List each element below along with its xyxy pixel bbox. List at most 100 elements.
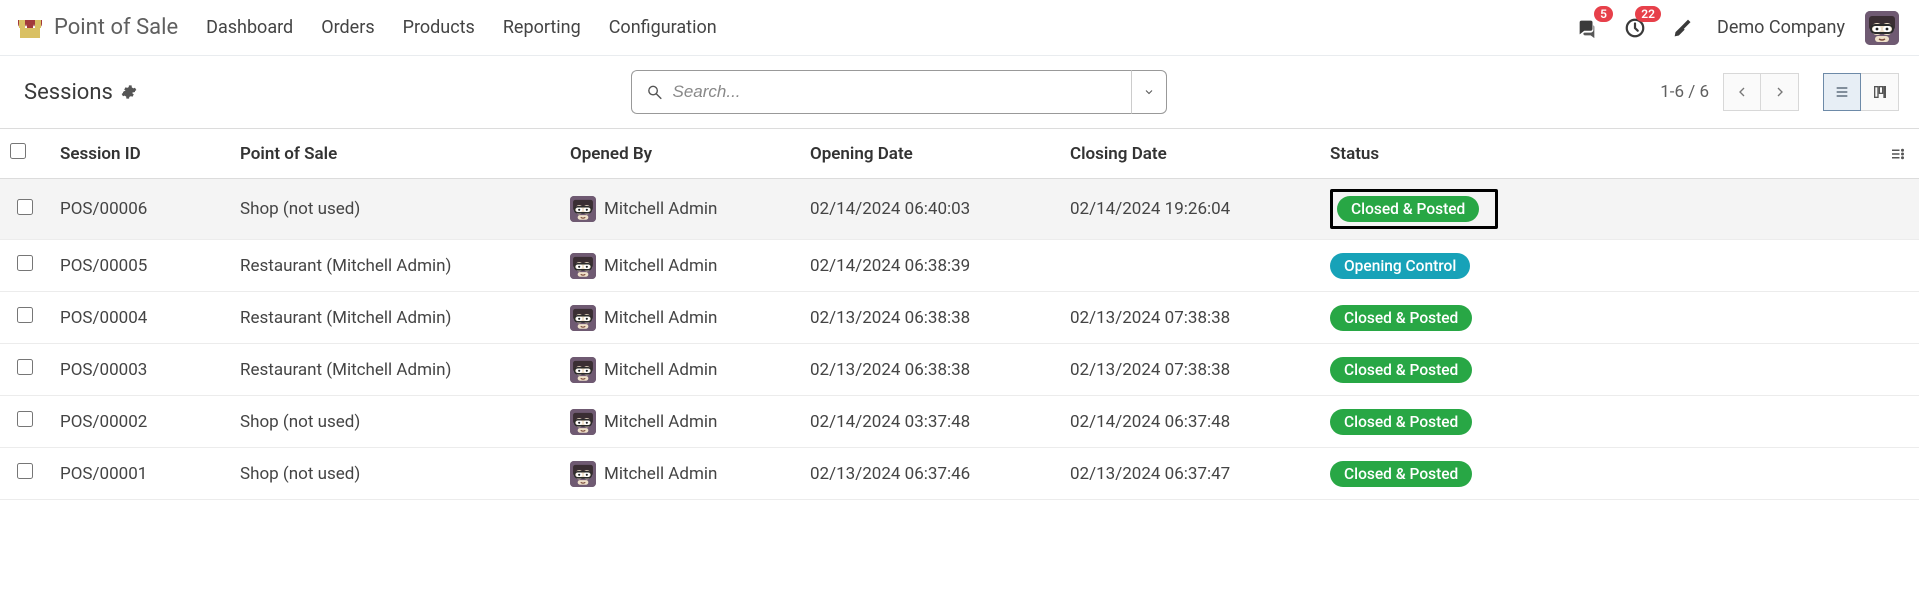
nav-links: Dashboard Orders Products Reporting Conf…: [206, 17, 717, 38]
cell-opening-date: 02/14/2024 06:38:39: [800, 240, 1060, 292]
nav-dashboard[interactable]: Dashboard: [206, 17, 293, 38]
opened-by-name: Mitchell Admin: [604, 256, 717, 276]
cell-status: Closed & Posted: [1320, 344, 1879, 396]
cell-status: Closed & Posted: [1320, 179, 1879, 240]
cell-point-of-sale: Restaurant (Mitchell Admin): [230, 344, 560, 396]
cell-opened-by: Mitchell Admin: [560, 292, 800, 344]
table-row[interactable]: POS/00004Restaurant (Mitchell Admin)Mitc…: [0, 292, 1919, 344]
tools-icon[interactable]: [1669, 14, 1697, 42]
cell-closing-date: 02/14/2024 06:37:48: [1060, 396, 1320, 448]
search-input[interactable]: [673, 82, 1121, 102]
cell-session-id: POS/00005: [50, 240, 230, 292]
row-checkbox[interactable]: [17, 359, 33, 375]
table-row[interactable]: POS/00002Shop (not used) Mitchell Admin 02…: [0, 396, 1919, 448]
user-avatar-icon: [570, 357, 596, 383]
search-icon: [646, 83, 663, 101]
select-all-checkbox[interactable]: [10, 143, 26, 159]
row-checkbox[interactable]: [17, 411, 33, 427]
table-row[interactable]: POS/00001Shop (not used) Mitchell Admin 02…: [0, 448, 1919, 500]
col-opened-by[interactable]: Opened By: [560, 129, 800, 179]
cell-session-id: POS/00002: [50, 396, 230, 448]
status-badge: Closed & Posted: [1330, 461, 1472, 487]
chevron-right-icon: [1772, 84, 1788, 100]
row-checkbox[interactable]: [17, 255, 33, 271]
row-checkbox[interactable]: [17, 307, 33, 323]
company-selector[interactable]: Demo Company: [1717, 17, 1845, 38]
user-avatar-icon: [570, 461, 596, 487]
cell-closing-date: 02/13/2024 07:38:38: [1060, 344, 1320, 396]
col-closing-date[interactable]: Closing Date: [1060, 129, 1320, 179]
cell-closing-date: [1060, 240, 1320, 292]
cell-point-of-sale: Shop (not used): [230, 448, 560, 500]
pager-prev[interactable]: [1723, 73, 1761, 111]
nav-orders[interactable]: Orders: [321, 17, 374, 38]
col-session-id[interactable]: Session ID: [50, 129, 230, 179]
messages-icon[interactable]: 5: [1573, 14, 1601, 42]
pager-text[interactable]: 1-6 / 6: [1660, 82, 1709, 102]
cell-opening-date: 02/14/2024 06:40:03: [800, 179, 1060, 240]
cell-session-id: POS/00006: [50, 179, 230, 240]
cell-closing-date: 02/13/2024 06:37:47: [1060, 448, 1320, 500]
table-row[interactable]: POS/00005Restaurant (Mitchell Admin) Mitc…: [0, 240, 1919, 292]
nav-reporting[interactable]: Reporting: [503, 17, 581, 38]
opened-by-name: Mitchell Admin: [604, 360, 717, 380]
cell-opening-date: 02/13/2024 06:37:46: [800, 448, 1060, 500]
cell-opening-date: 02/13/2024 06:38:38: [800, 344, 1060, 396]
user-avatar-icon: [570, 253, 596, 279]
user-avatar[interactable]: [1865, 11, 1899, 45]
sessions-table: Session ID Point of Sale Opened By Openi…: [0, 128, 1919, 500]
cell-session-id: POS/00001: [50, 448, 230, 500]
app-title[interactable]: Point of Sale: [54, 15, 178, 40]
cell-opening-date: 02/13/2024 06:38:38: [800, 292, 1060, 344]
status-badge: Closed & Posted: [1330, 357, 1472, 383]
opened-by-name: Mitchell Admin: [604, 464, 717, 484]
cell-point-of-sale: Restaurant (Mitchell Admin): [230, 292, 560, 344]
cell-opened-by: Mitchell Admin: [560, 240, 800, 292]
cell-status: Closed & Posted: [1320, 448, 1879, 500]
user-avatar-icon: [570, 305, 596, 331]
gear-icon[interactable]: [121, 84, 137, 100]
activities-badge: 22: [1635, 6, 1661, 22]
row-checkbox[interactable]: [17, 463, 33, 479]
view-switch: [1823, 73, 1899, 111]
opened-by-name: Mitchell Admin: [604, 412, 717, 432]
opened-by-name: Mitchell Admin: [604, 199, 717, 219]
table-header-row: Session ID Point of Sale Opened By Openi…: [0, 129, 1919, 179]
breadcrumb: Sessions: [24, 80, 137, 105]
pager-buttons: [1723, 73, 1799, 111]
col-status[interactable]: Status: [1320, 129, 1879, 179]
cell-status: Closed & Posted: [1320, 396, 1879, 448]
cell-point-of-sale: Shop (not used): [230, 396, 560, 448]
search-dropdown[interactable]: [1131, 70, 1167, 114]
status-badge: Opening Control: [1330, 253, 1470, 279]
cell-opened-by: Mitchell Admin: [560, 396, 800, 448]
app-logo-icon: [16, 14, 44, 42]
nav-products[interactable]: Products: [403, 17, 475, 38]
user-avatar-icon: [570, 409, 596, 435]
cell-point-of-sale: Restaurant (Mitchell Admin): [230, 240, 560, 292]
table-row[interactable]: POS/00003Restaurant (Mitchell Admin) Mitc…: [0, 344, 1919, 396]
view-list[interactable]: [1823, 73, 1861, 111]
cell-closing-date: 02/13/2024 07:38:38: [1060, 292, 1320, 344]
table-row[interactable]: POS/00006Shop (not used)Mitchell Admin02…: [0, 179, 1919, 240]
cell-status: Opening Control: [1320, 240, 1879, 292]
status-highlight-box: Closed & Posted: [1330, 189, 1498, 229]
col-point-of-sale[interactable]: Point of Sale: [230, 129, 560, 179]
opened-by-name: Mitchell Admin: [604, 308, 717, 328]
cell-session-id: POS/00003: [50, 344, 230, 396]
list-icon: [1834, 84, 1850, 100]
activities-icon[interactable]: 22: [1621, 14, 1649, 42]
chevron-left-icon: [1734, 84, 1750, 100]
cell-opening-date: 02/14/2024 03:37:48: [800, 396, 1060, 448]
columns-config-icon[interactable]: [1889, 145, 1909, 163]
view-kanban[interactable]: [1861, 73, 1899, 111]
search-box[interactable]: [631, 70, 1131, 114]
pager-next[interactable]: [1761, 73, 1799, 111]
chevron-down-icon: [1143, 86, 1155, 98]
col-opening-date[interactable]: Opening Date: [800, 129, 1060, 179]
user-avatar-icon: [570, 196, 596, 222]
messages-badge: 5: [1594, 6, 1613, 22]
nav-configuration[interactable]: Configuration: [609, 17, 717, 38]
control-bar: Sessions 1-6 / 6: [0, 56, 1919, 128]
row-checkbox[interactable]: [17, 199, 33, 215]
